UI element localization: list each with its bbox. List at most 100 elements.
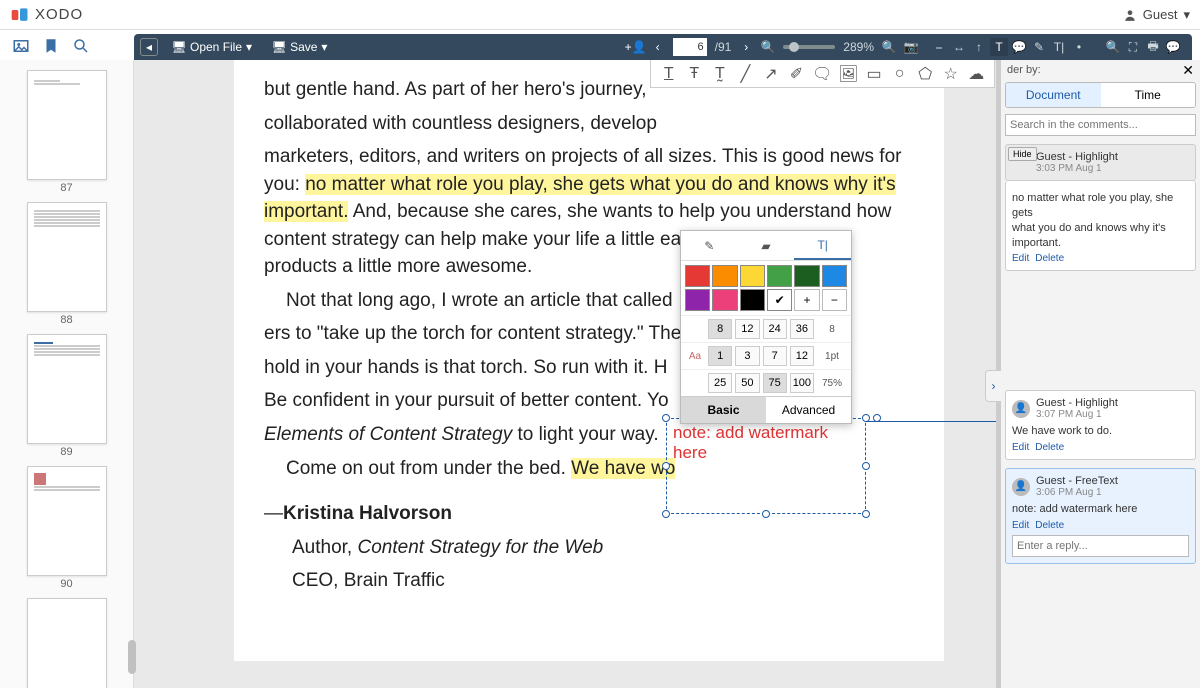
reply-input[interactable] <box>1012 535 1189 557</box>
resize-handle[interactable] <box>662 462 670 470</box>
op-50[interactable]: 50 <box>735 373 759 393</box>
stroke-tab[interactable]: ✎ <box>681 231 738 260</box>
color-yellow[interactable] <box>740 265 765 287</box>
freetext-content[interactable]: note: add watermark here <box>667 419 865 467</box>
thumb-91[interactable] <box>27 598 107 688</box>
sidebar-drag-handle[interactable] <box>128 640 136 674</box>
resize-handle[interactable] <box>873 414 881 422</box>
color-pink[interactable] <box>712 289 737 311</box>
size-12[interactable]: 12 <box>735 319 759 339</box>
bookmark-icon[interactable] <box>42 37 60 55</box>
op-75[interactable]: 75 <box>763 373 787 393</box>
comment-thread[interactable]: Hide Guest - Highlight3:03 PM Aug 1 <box>1005 144 1196 181</box>
strike-t-icon[interactable]: Ŧ <box>685 64 705 84</box>
comment-thread-selected[interactable]: 👤Guest - FreeText3:06 PM Aug 1 note: add… <box>1005 468 1196 564</box>
image-panel-icon[interactable] <box>12 37 30 55</box>
hide-button[interactable]: Hide <box>1008 147 1037 161</box>
prev-page-icon[interactable]: ‹ <box>651 40 665 54</box>
pt-1[interactable]: 1 <box>708 346 732 366</box>
size-8[interactable]: 8 <box>708 319 732 339</box>
close-icon[interactable]: ✕ <box>1182 62 1194 79</box>
cloud-icon[interactable]: ☁ <box>966 64 986 84</box>
remove-color-button[interactable]: − <box>822 289 847 311</box>
select-icon[interactable]: ↑ <box>970 38 988 56</box>
search-icon[interactable] <box>72 37 90 55</box>
pt-7[interactable]: 7 <box>763 346 787 366</box>
text-style-tab[interactable]: T| <box>794 231 851 260</box>
fill-tab[interactable]: ▰ <box>738 231 795 260</box>
fullscreen-icon[interactable]: ⛶ <box>1124 38 1142 56</box>
zoom-out-icon[interactable]: 🔍 <box>761 40 775 54</box>
camera-icon[interactable]: 📷 <box>904 40 918 54</box>
tab-time[interactable]: Time <box>1101 83 1196 107</box>
op-100[interactable]: 100 <box>790 373 814 393</box>
resize-handle[interactable] <box>862 414 870 422</box>
edit-link[interactable]: Edit <box>1012 442 1029 453</box>
pen-tool-icon[interactable]: ✎ <box>1030 38 1048 56</box>
color-green[interactable] <box>767 265 792 287</box>
collapse-sidebar-icon[interactable]: ◂ <box>140 38 158 56</box>
freetext-annotation[interactable]: note: add watermark here <box>666 418 866 514</box>
comment-search-input[interactable] <box>1005 114 1196 136</box>
print-icon[interactable]: 🖶 <box>1144 38 1162 56</box>
resize-handle[interactable] <box>862 510 870 518</box>
find-icon[interactable]: 🔍 <box>1104 38 1122 56</box>
color-selected[interactable]: ✔ <box>767 289 792 311</box>
expand-panel-icon[interactable]: › <box>985 370 1001 402</box>
arrow-icon[interactable]: ↗ <box>761 64 781 84</box>
pt-12[interactable]: 12 <box>790 346 814 366</box>
zoom-slider[interactable] <box>783 45 835 49</box>
user-menu[interactable]: Guest ▾ <box>1123 7 1190 23</box>
freetext-tool-icon[interactable]: T| <box>1050 38 1068 56</box>
color-orange[interactable] <box>712 265 737 287</box>
line-icon[interactable]: ╱ <box>736 64 756 84</box>
color-red[interactable] <box>685 265 710 287</box>
comment-tool-icon[interactable]: 💬 <box>1010 38 1028 56</box>
basic-tab[interactable]: Basic <box>681 397 766 423</box>
pt-3[interactable]: 3 <box>735 346 759 366</box>
delete-link[interactable]: Delete <box>1035 442 1064 453</box>
color-black[interactable] <box>740 289 765 311</box>
polygon-icon[interactable]: ⬠ <box>915 64 935 84</box>
thumb-89[interactable] <box>27 334 107 444</box>
delete-link[interactable]: Delete <box>1035 253 1064 264</box>
document-viewport[interactable]: but gentle hand. As part of her hero's j… <box>134 60 1000 688</box>
underline-t-icon[interactable]: T̲ <box>659 64 679 84</box>
thumb-88[interactable] <box>27 202 107 312</box>
open-file-button[interactable]: 🖥 Open File ▾ <box>166 37 258 57</box>
resize-handle[interactable] <box>762 510 770 518</box>
signature-icon[interactable]: ✐ <box>787 64 807 84</box>
zoom-in-icon[interactable]: 🔍 <box>882 40 896 54</box>
color-darkgreen[interactable] <box>794 265 819 287</box>
tab-document[interactable]: Document <box>1006 83 1101 107</box>
op-25[interactable]: 25 <box>708 373 732 393</box>
delete-link[interactable]: Delete <box>1035 520 1064 531</box>
chat-panel-icon[interactable]: 💬 <box>1164 38 1182 56</box>
add-user-icon[interactable]: +👤 <box>629 40 643 54</box>
size-24[interactable]: 24 <box>763 319 787 339</box>
pan-tool-icon[interactable]: ⎯ <box>930 38 948 56</box>
squiggly-t-icon[interactable]: T̰ <box>710 64 730 84</box>
advanced-tab[interactable]: Advanced <box>766 397 851 423</box>
fit-width-icon[interactable]: ↔ <box>950 38 968 56</box>
circle-icon[interactable]: ○ <box>890 64 910 84</box>
text-tool-icon[interactable]: T <box>990 38 1008 56</box>
image-icon[interactable]: 🖼 <box>838 64 858 84</box>
color-purple[interactable] <box>685 289 710 311</box>
thumb-90[interactable] <box>27 466 107 576</box>
next-page-icon[interactable]: › <box>739 40 753 54</box>
thumb-87[interactable] <box>27 70 107 180</box>
color-blue[interactable] <box>822 265 847 287</box>
edit-link[interactable]: Edit <box>1012 520 1029 531</box>
rect-icon[interactable]: ▭ <box>864 64 884 84</box>
size-36[interactable]: 36 <box>790 319 814 339</box>
comment-body-block[interactable]: no matter what role you play, she gets w… <box>1005 181 1196 271</box>
callout-icon[interactable]: 🗨 <box>812 64 832 84</box>
add-color-button[interactable]: + <box>794 289 819 311</box>
resize-handle[interactable] <box>862 462 870 470</box>
save-button[interactable]: 🖥 Save ▾ <box>266 37 333 57</box>
resize-handle[interactable] <box>662 414 670 422</box>
comment-thread[interactable]: 👤Guest - Highlight3:07 PM Aug 1 We have … <box>1005 390 1196 460</box>
star-icon[interactable]: ☆ <box>941 64 961 84</box>
more-tools-icon[interactable]: • <box>1070 38 1088 56</box>
